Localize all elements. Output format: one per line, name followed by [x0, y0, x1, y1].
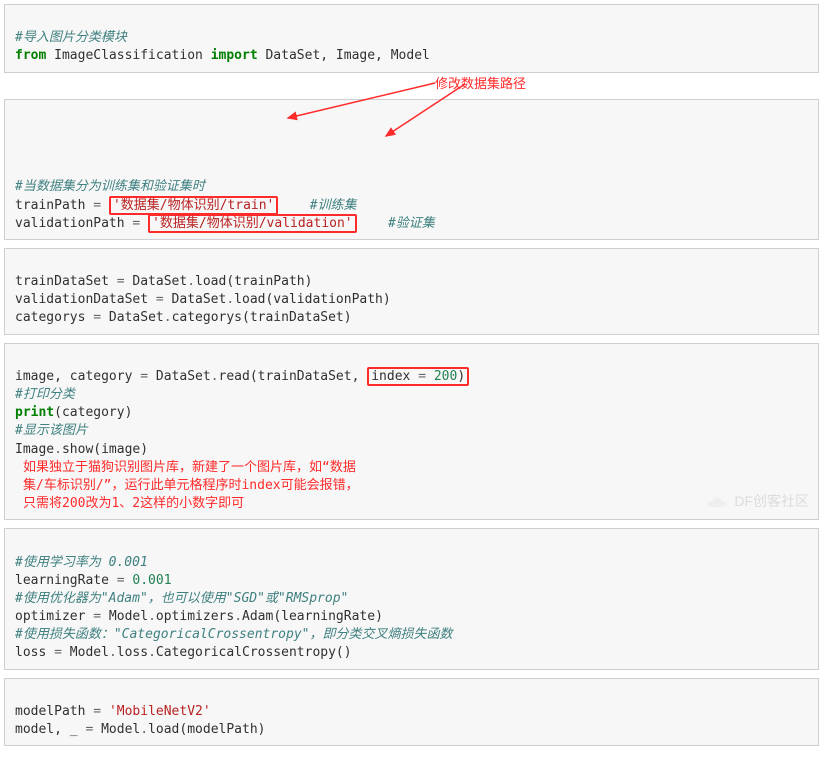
code-cell-5-optimizer: #使用学习率为 0.001 learningRate = 0.001 #使用优化…: [4, 528, 819, 669]
code: Image: [15, 442, 54, 457]
code: loss: [117, 645, 148, 660]
operator-eq: =: [156, 292, 164, 307]
var-optimizer: optimizer: [15, 609, 93, 624]
operator-eq: =: [93, 704, 101, 719]
keyword-from: from: [15, 48, 46, 63]
operator-eq: =: [85, 198, 108, 213]
var-learningRate: learningRate: [15, 573, 117, 588]
code: Model: [62, 645, 109, 660]
code: DataSet: [148, 369, 211, 384]
operator-eq: =: [125, 216, 148, 231]
annotation-side: 如果独立于猫狗识别图片库，新建了一个图片库，如“数据集/车标识别/”，运行此单元…: [23, 459, 363, 514]
keyword-import: import: [211, 48, 258, 63]
operator-eq: =: [117, 274, 125, 289]
var-loss: loss: [15, 645, 54, 660]
operator-dot: .: [54, 442, 62, 457]
code: DataSet: [125, 274, 188, 289]
code: DataSet: [164, 292, 227, 307]
highlight-index: index = 200): [367, 367, 469, 386]
code-cell-3-load: trainDataSet = DataSet.load(trainPath) v…: [4, 248, 819, 335]
code: show(image): [62, 442, 148, 457]
code: categorys: [15, 310, 93, 325]
comment: #验证集: [388, 216, 435, 231]
operator-dot: .: [109, 645, 117, 660]
code: (category): [54, 405, 132, 420]
operator-dot: .: [148, 609, 156, 624]
operator-eq: =: [93, 609, 101, 624]
comment: #使用学习率为 0.001: [15, 555, 148, 570]
code: load(trainPath): [195, 274, 312, 289]
arrow-icon: [280, 78, 460, 124]
operator-dot: .: [211, 369, 219, 384]
operator-eq: =: [117, 573, 125, 588]
code: image, category: [15, 369, 140, 384]
operator-dot: .: [226, 292, 234, 307]
code: categorys(trainDataSet): [172, 310, 352, 325]
comment: #显示该图片: [15, 423, 88, 438]
code: validationDataSet: [15, 292, 156, 307]
comment: #当数据集分为训练集和验证集时: [15, 179, 205, 194]
highlight-train-path: '数据集/物体识别/train': [109, 196, 278, 215]
code: Model: [101, 609, 148, 624]
operator-dot: .: [187, 274, 195, 289]
code: load(modelPath): [148, 722, 265, 737]
var-modelPath: modelPath: [15, 704, 93, 719]
operator-eq: =: [418, 369, 426, 384]
operator-dot: .: [164, 310, 172, 325]
code-cell-2-paths: 修改数据集路径 #当数据集分为训练集和验证集时 trainPath = '数据集…: [4, 99, 819, 240]
var-trainPath: trainPath: [15, 198, 85, 213]
code: CategoricalCrossentropy(): [156, 645, 352, 660]
module-name: ImageClassification: [54, 48, 203, 63]
code: Model: [93, 722, 140, 737]
code: Adam(learningRate): [242, 609, 383, 624]
code: read(trainDataSet,: [219, 369, 368, 384]
comment: #导入图片分类模块: [15, 30, 127, 45]
code: load(validationPath): [234, 292, 391, 307]
operator-eq: =: [85, 722, 93, 737]
import-list: DataSet, Image, Model: [265, 48, 429, 63]
comment: #训练集: [310, 198, 357, 213]
comment: #使用损失函数："CategoricalCrossentropy"，即分类交叉熵…: [15, 627, 453, 642]
operator-dot: .: [234, 609, 242, 624]
space: [426, 369, 434, 384]
code: trainDataSet: [15, 274, 117, 289]
operator-dot: .: [148, 645, 156, 660]
kw-index: index: [371, 369, 418, 384]
keyword-print: print: [15, 405, 54, 420]
string-modelPath: 'MobileNetV2': [109, 704, 211, 719]
operator-eq: =: [54, 645, 62, 660]
operator-dot: .: [140, 722, 148, 737]
operator-eq: =: [140, 369, 148, 384]
code: DataSet: [101, 310, 164, 325]
var-validationPath: validationPath: [15, 216, 125, 231]
code: optimizers: [156, 609, 234, 624]
num-learningRate: 0.001: [132, 573, 171, 588]
highlight-validation-path: '数据集/物体识别/validation': [148, 214, 357, 233]
comment: #使用优化器为"Adam"，也可以使用"SGD"或"RMSprop": [15, 591, 348, 606]
num-index: 200: [434, 369, 457, 384]
space: [101, 704, 109, 719]
code-cell-4-read: image, category = DataSet.read(trainData…: [4, 343, 819, 521]
space: [125, 573, 133, 588]
code-cell-6-model: modelPath = 'MobileNetV2' model, _ = Mod…: [4, 678, 819, 747]
annotation-top: 修改数据集路径: [435, 76, 526, 94]
comment: #打印分类: [15, 387, 75, 402]
var-model: model, _: [15, 722, 85, 737]
string-train-path: '数据集/物体识别/train': [113, 198, 274, 213]
paren: ): [457, 369, 465, 384]
string-validation-path: '数据集/物体识别/validation': [152, 216, 353, 231]
code-cell-1-import: #导入图片分类模块 from ImageClassification impor…: [4, 4, 819, 73]
operator-eq: =: [93, 310, 101, 325]
